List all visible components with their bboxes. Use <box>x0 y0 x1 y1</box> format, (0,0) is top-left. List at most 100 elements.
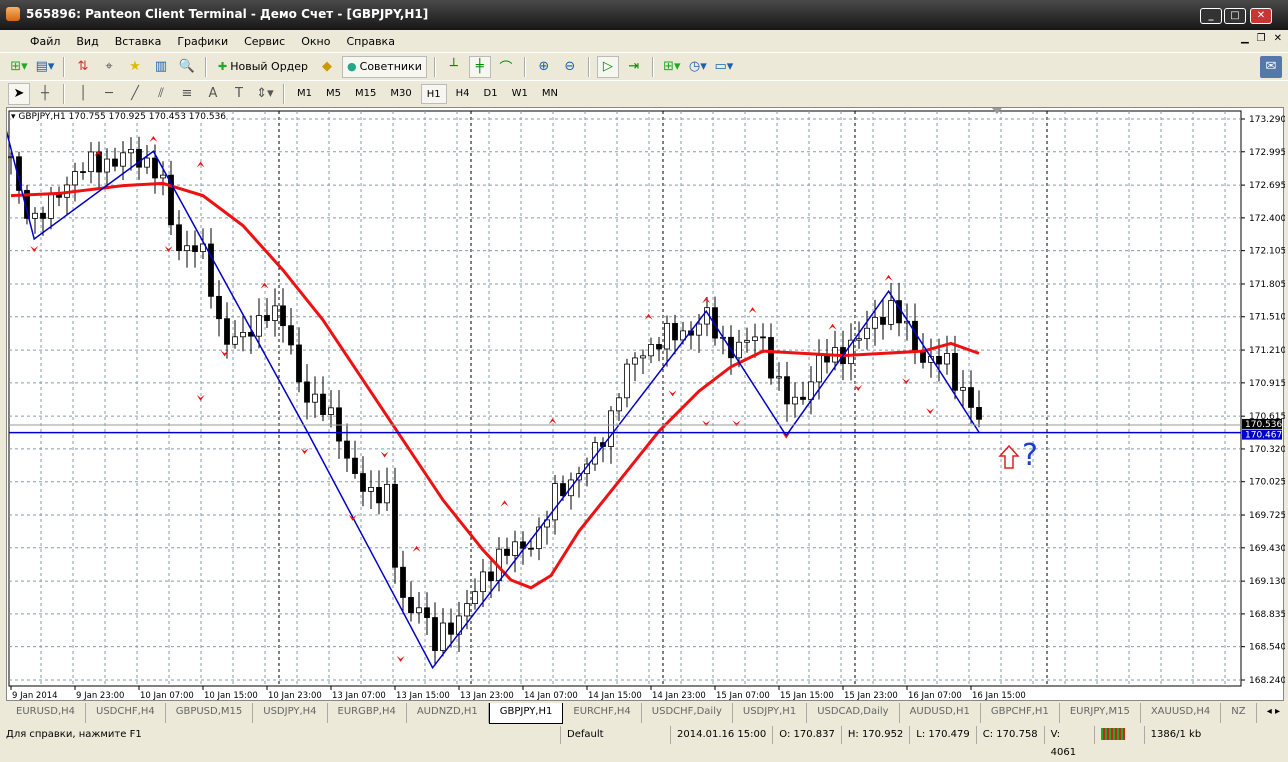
bear-candle <box>768 337 774 379</box>
timeframe-d1[interactable]: D1 <box>479 84 503 104</box>
bull-candle <box>872 316 878 329</box>
price-chart[interactable]: 173.290 172.995 172.695 172.400 172.105 171.8… <box>7 108 1285 702</box>
chart-tabs: EURUSD,H4 USDCHF,H4 GBPUSD,M15 USDJPY,H4 EUR… <box>6 703 1284 724</box>
status-bar: Для справки, нажмите F1 Default 2014.01.… <box>0 725 1288 758</box>
timeframe-w1[interactable]: W1 <box>507 84 533 104</box>
timeframe-m15[interactable]: M15 <box>350 84 381 104</box>
profiles-icon[interactable]: ▤▾ <box>34 56 56 78</box>
status-volume: V: 4061 <box>1043 726 1094 758</box>
timeframe-h4[interactable]: H4 <box>451 84 475 104</box>
warning-icon[interactable]: ◆ <box>316 56 338 78</box>
cursor-icon[interactable]: ➤ <box>8 82 30 105</box>
chart-tab[interactable]: USDJPY,H4 <box>253 703 328 723</box>
chart-tab[interactable]: XAUUSD,H4 <box>1141 703 1222 723</box>
chart-tab[interactable]: AUDNZD,H1 <box>407 703 489 723</box>
tab-scroll-arrows-icon[interactable]: ◂ ▸ <box>1263 703 1284 723</box>
timeframe-mn[interactable]: MN <box>537 84 563 104</box>
indicators-icon[interactable]: ⊞▾ <box>661 56 683 78</box>
bull-candle <box>736 341 742 359</box>
bull-candle <box>464 603 470 617</box>
new-chart-icon[interactable]: ⊞▾ <box>8 56 30 78</box>
chart-tab[interactable]: NZ <box>1221 703 1257 723</box>
chart-tab[interactable]: USDCAD,Daily <box>807 703 900 723</box>
bear-candle <box>936 355 942 365</box>
bull-candle <box>72 171 78 186</box>
menu-file[interactable]: Файл <box>30 35 60 48</box>
text-icon[interactable]: A <box>202 83 224 105</box>
timeframe-m30[interactable]: M30 <box>385 84 416 104</box>
close-button[interactable]: ✕ <box>1250 8 1272 24</box>
zoom-in-icon[interactable]: ⊕ <box>533 56 555 78</box>
maximize-button[interactable]: □ <box>1224 8 1246 24</box>
menu-view[interactable]: Вид <box>76 35 98 48</box>
timeframe-h1[interactable]: H1 <box>420 83 447 104</box>
chart-tab[interactable]: GBPCHF,H1 <box>981 703 1060 723</box>
new-order-button[interactable]: ✚ Новый Ордер <box>214 56 312 78</box>
timeframe-m1[interactable]: M1 <box>292 84 317 104</box>
bear-candle <box>80 171 86 173</box>
mdi-restore-icon[interactable]: ❐ <box>1257 33 1266 44</box>
autoscroll-icon[interactable]: ▷ <box>596 55 619 78</box>
chart-window[interactable]: 173.290 172.995 172.695 172.400 172.105 171.8… <box>6 107 1285 702</box>
timeframe-m5[interactable]: M5 <box>321 84 346 104</box>
chart-tab[interactable]: USDCHF,H4 <box>86 703 166 723</box>
x-tick-label: 9 Jan 23:00 <box>76 691 124 701</box>
bull-candle <box>512 541 518 556</box>
mdi-minimize-icon[interactable]: ▁ <box>1241 33 1249 44</box>
tester-icon[interactable]: 🔍 <box>176 56 198 78</box>
fibonacci-icon[interactable]: ≡ <box>176 83 198 105</box>
chart-tab[interactable]: EURCHF,H4 <box>563 703 642 723</box>
favorites-icon[interactable]: ★ <box>124 56 146 78</box>
periods-icon[interactable]: ◷▾ <box>687 56 709 78</box>
terminal-icon[interactable]: ▥ <box>150 56 172 78</box>
bear-candle <box>760 336 766 339</box>
arrows-icon[interactable]: ⇕▾ <box>254 83 276 105</box>
y-tick-label: 168.540 <box>1249 643 1285 653</box>
mdi-close-icon[interactable]: ✕ <box>1274 33 1282 44</box>
menu-help[interactable]: Справка <box>346 35 394 48</box>
bear-candle <box>952 352 958 391</box>
experts-button[interactable]: ● Советники <box>342 55 427 78</box>
bear-candle <box>880 316 886 325</box>
bull-candle <box>256 315 262 337</box>
x-tick-label: 16 Jan 15:00 <box>972 691 1026 701</box>
minimize-button[interactable]: _ <box>1200 8 1222 24</box>
drawing-toolbar: ➤ ┼ │ ─ ╱ ⫽ ≡ A T ⇕▾ M1 M5 M15 M30 H1 H4… <box>0 80 1288 106</box>
menu-insert[interactable]: Вставка <box>115 35 162 48</box>
bear-candle <box>304 381 310 403</box>
trendline-icon[interactable]: ╱ <box>124 83 146 105</box>
chart-tab[interactable]: GBPUSD,M15 <box>166 703 254 723</box>
y-tick-label: 171.805 <box>1249 280 1285 290</box>
chart-tab[interactable]: EURJPY,M15 <box>1060 703 1141 723</box>
bull-candle <box>808 381 814 400</box>
chart-shift-icon[interactable]: ⇥ <box>623 56 645 78</box>
candlestick-icon[interactable]: ╪ <box>468 55 491 78</box>
menu-tools[interactable]: Сервис <box>244 35 285 48</box>
chart-tab[interactable]: EURUSD,H4 <box>6 703 87 723</box>
crosshair-icon[interactable]: ⌖ <box>98 56 120 78</box>
crosshair-tool-icon[interactable]: ┼ <box>34 83 56 105</box>
bear-candle <box>672 323 678 341</box>
y-tick-label: 169.430 <box>1249 544 1285 554</box>
chart-tab[interactable]: AUDUSD,H1 <box>900 703 981 723</box>
question-annotation: ? <box>1022 438 1038 473</box>
bull-candle <box>48 193 54 219</box>
templates-icon[interactable]: ▭▾ <box>713 56 735 78</box>
chart-tab[interactable]: USDJPY,H1 <box>733 703 808 723</box>
zoom-out-icon[interactable]: ⊖ <box>559 56 581 78</box>
horizontal-line-icon[interactable]: ─ <box>98 83 120 105</box>
chart-tab[interactable]: GBPJPY,H1 <box>488 703 564 724</box>
market-watch-icon[interactable]: ⇅ <box>72 56 94 78</box>
chart-tab[interactable]: EURGBP,H4 <box>328 703 407 723</box>
bear-candle <box>560 483 566 497</box>
label-icon[interactable]: T <box>228 83 250 105</box>
chart-tab[interactable]: USDCHF,Daily <box>642 703 733 723</box>
channel-icon[interactable]: ⫽ <box>150 83 172 105</box>
bar-chart-icon[interactable]: ┴ <box>443 56 465 78</box>
menu-charts[interactable]: Графики <box>177 35 228 48</box>
line-chart-icon[interactable]: ⌒ <box>495 56 517 78</box>
vertical-line-icon[interactable]: │ <box>72 83 94 105</box>
standard-toolbar: ⊞▾ ▤▾ ⇅ ⌖ ★ ▥ 🔍 ✚ Новый Ордер ◆ ● Советник… <box>0 52 1288 80</box>
alerts-icon[interactable]: ✉ <box>1260 55 1282 78</box>
menu-window[interactable]: Окно <box>301 35 330 48</box>
